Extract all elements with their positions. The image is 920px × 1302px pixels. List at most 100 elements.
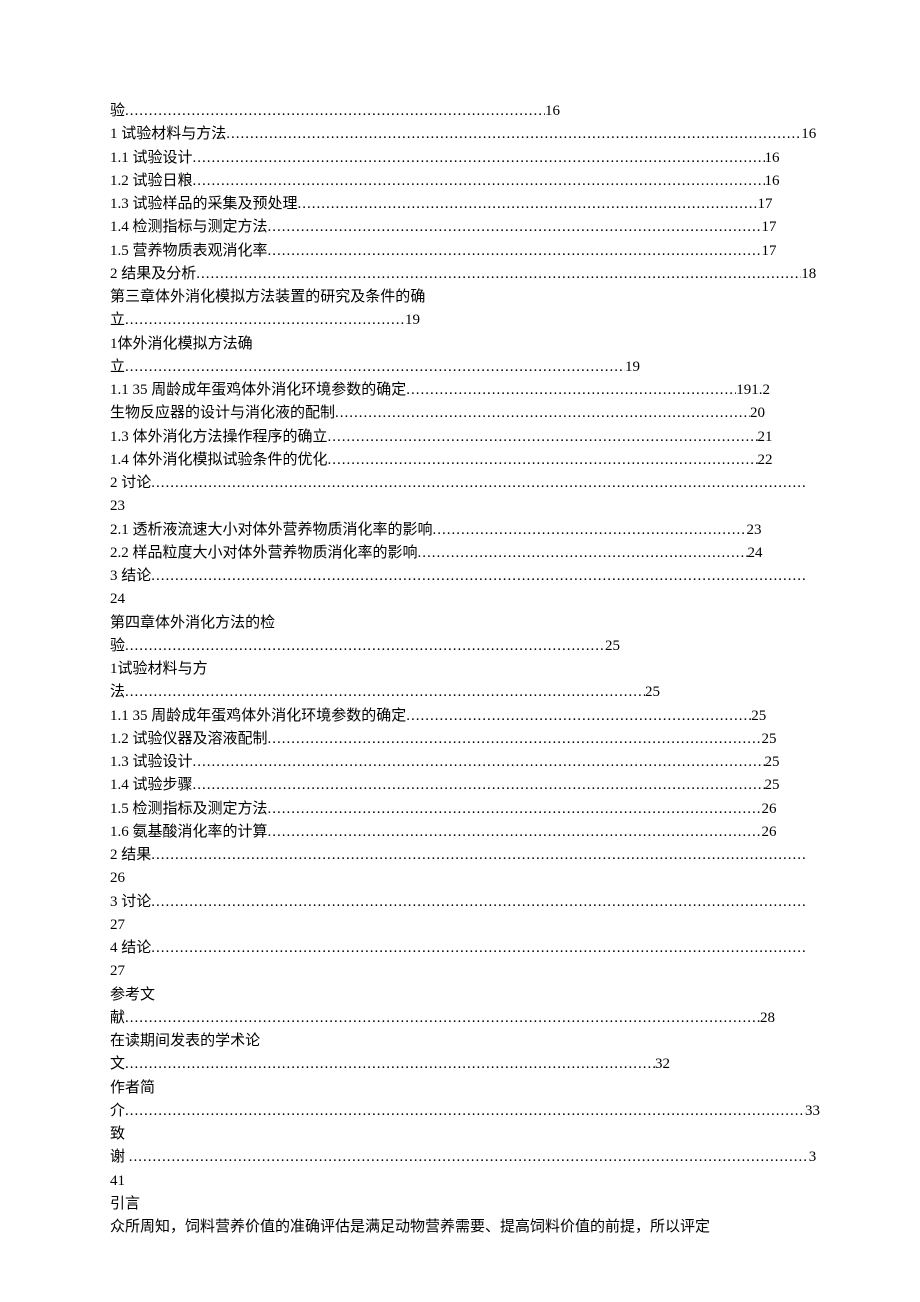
toc-leader xyxy=(125,356,625,379)
toc-entry-spread: 在读期间发表的学术论 xyxy=(110,1030,820,1053)
toc-title: 3 讨论 xyxy=(110,894,151,910)
toc-leader xyxy=(125,1100,805,1123)
toc-leader xyxy=(125,681,645,704)
toc-title: 1.2 试验日粮 xyxy=(110,173,193,189)
toc-entry-spread: 第三章体外消化模拟方法装置的研究及条件的确 xyxy=(110,286,820,309)
toc-title: 1.6 氨基酸消化率的计算 xyxy=(110,824,268,840)
toc-page-number: 23 xyxy=(110,498,125,514)
toc-title: 1.3 试验设计 xyxy=(110,754,193,770)
toc-leader xyxy=(433,519,747,542)
toc-title: 2.1 透析液流速大小对体外营养物质消化率的影响 xyxy=(110,522,433,538)
toc-title: 1.3 试验样品的采集及预处理 xyxy=(110,196,298,212)
toc-page-number: 17 xyxy=(762,243,777,259)
toc-leader xyxy=(196,263,801,286)
toc-page-number: 19 xyxy=(405,312,420,328)
toc-page-number: 23 xyxy=(747,522,762,538)
toc-title: 1.4 检测指标与测定方法 xyxy=(110,219,268,235)
toc-page-number: 33 xyxy=(805,1103,820,1119)
toc-leader xyxy=(406,705,751,728)
toc-leader xyxy=(268,216,762,239)
toc-page-number: 24 xyxy=(748,545,763,561)
toc-entry-continuation: 法25 xyxy=(110,681,820,704)
toc-leader xyxy=(298,193,758,216)
toc-entry: 1.6 氨基酸消化率的计算 26 xyxy=(110,821,820,844)
toc-title: 献 xyxy=(110,1010,125,1026)
toc-title: 2 讨论 xyxy=(110,475,151,491)
toc-leader xyxy=(125,100,545,123)
toc-entry: 验 16 xyxy=(110,100,820,123)
toc-leader xyxy=(193,170,765,193)
table-of-contents: 验161 试验材料与方法161.1 试验设计161.2 试验日粮161.3 试验… xyxy=(110,100,820,1193)
toc-page-number: 19 xyxy=(736,382,751,398)
toc-entry: 1.3 试验设计25 xyxy=(110,751,820,774)
toc-page-number: 27 xyxy=(110,963,125,979)
body-paragraph: 众所周知，饲料营养价值的准确评估是满足动物营养需要、提高饲料价值的前提，所以评定 xyxy=(110,1216,820,1239)
toc-entry: 1.4 检测指标与测定方法 17 xyxy=(110,216,820,239)
toc-entry: 1.5 营养物质表观消化率 17 xyxy=(110,240,820,263)
toc-entry-continuation: 立19 xyxy=(110,356,820,379)
toc-page-number: 16 xyxy=(545,103,560,119)
toc-entry: 3 讨论 27 xyxy=(110,891,820,938)
toc-page-number: 22 xyxy=(758,452,773,468)
toc-title: 3 结论 xyxy=(110,568,151,584)
toc-page-number: 21 xyxy=(758,429,773,445)
toc-title: 2 结果 xyxy=(110,847,151,863)
toc-entry: 1.2 试验仪器及溶液配制25 xyxy=(110,728,820,751)
toc-title: 1.4 体外消化模拟试验条件的优化 xyxy=(110,452,328,468)
toc-entry: 1 试验材料与方法16 xyxy=(110,123,820,146)
toc-entry-continuation: 验25 xyxy=(110,635,820,658)
toc-title: 1.5 营养物质表观消化率 xyxy=(110,243,268,259)
toc-leader xyxy=(406,379,736,402)
toc-title: 法 xyxy=(110,684,125,700)
toc-title: 1.1 35 周龄成年蛋鸡体外消化环境参数的确定 xyxy=(110,708,406,724)
toc-page-number: 16 xyxy=(765,150,780,166)
toc-leader xyxy=(268,798,762,821)
toc-page-number: 16 xyxy=(765,173,780,189)
toc-page-number: 25 xyxy=(751,708,766,724)
toc-entry: 1.4 体外消化模拟试验条件的优化 22 xyxy=(110,449,820,472)
toc-page-number: 17 xyxy=(758,196,773,212)
toc-entry-continuation: 介 33 xyxy=(110,1100,820,1123)
toc-page-number: 25 xyxy=(765,777,780,793)
toc-leader xyxy=(125,635,605,658)
toc-leader xyxy=(193,147,765,170)
toc-title: 验 xyxy=(110,103,125,119)
toc-leader xyxy=(418,542,748,565)
toc-entry: 1.2 试验日粮 16 xyxy=(110,170,820,193)
toc-page-number: 27 xyxy=(110,917,125,933)
toc-page-number: 3 xyxy=(809,1149,817,1165)
toc-entry-spread: 作者简 xyxy=(110,1077,820,1100)
toc-leader xyxy=(125,1053,655,1076)
toc-leader xyxy=(328,426,758,449)
toc-page-number: 18 xyxy=(801,266,816,282)
toc-entry: 2.2 样品粒度大小对体外营养物质消化率的影响24 xyxy=(110,542,820,565)
toc-title: 立 xyxy=(110,312,125,328)
toc-entry-spread: 1试验材料与方 xyxy=(110,658,820,681)
toc-leader xyxy=(268,240,762,263)
toc-leader xyxy=(151,937,805,960)
toc-title: 验 xyxy=(110,638,125,654)
toc-title: 2 结果及分析 xyxy=(110,266,196,282)
toc-page-number: 20 xyxy=(750,405,765,421)
toc-title: 介 xyxy=(110,1103,125,1119)
toc-page-number: 17 xyxy=(762,219,777,235)
toc-leader xyxy=(268,821,762,844)
toc-leader xyxy=(335,402,750,425)
toc-title: 谢 xyxy=(110,1149,129,1165)
toc-page-number: 26 xyxy=(762,824,777,840)
toc-leader xyxy=(125,1007,760,1030)
toc-page-number: 16 xyxy=(801,126,816,142)
toc-entry: 1.4 试验步骤 25 xyxy=(110,774,820,797)
toc-entry-plain: 致 xyxy=(110,1123,820,1146)
toc-entry-spread: 1体外消化模拟方法确 xyxy=(110,333,820,356)
toc-title: 立 xyxy=(110,359,125,375)
toc-title: 4 结论 xyxy=(110,940,151,956)
toc-leader xyxy=(226,123,801,146)
toc-title: 1.2 试验仪器及溶液配制 xyxy=(110,731,268,747)
toc-title: 1.1 35 周龄成年蛋鸡体外消化环境参数的确定 xyxy=(110,382,406,398)
toc-title: 1.3 体外消化方法操作程序的确立 xyxy=(110,429,328,445)
toc-title: 1.4 试验步骤 xyxy=(110,777,193,793)
toc-page-number: 26 xyxy=(110,870,125,886)
toc-title: 1.5 检测指标及测定方法 xyxy=(110,801,268,817)
toc-entry: 1.1 试验设计16 xyxy=(110,147,820,170)
